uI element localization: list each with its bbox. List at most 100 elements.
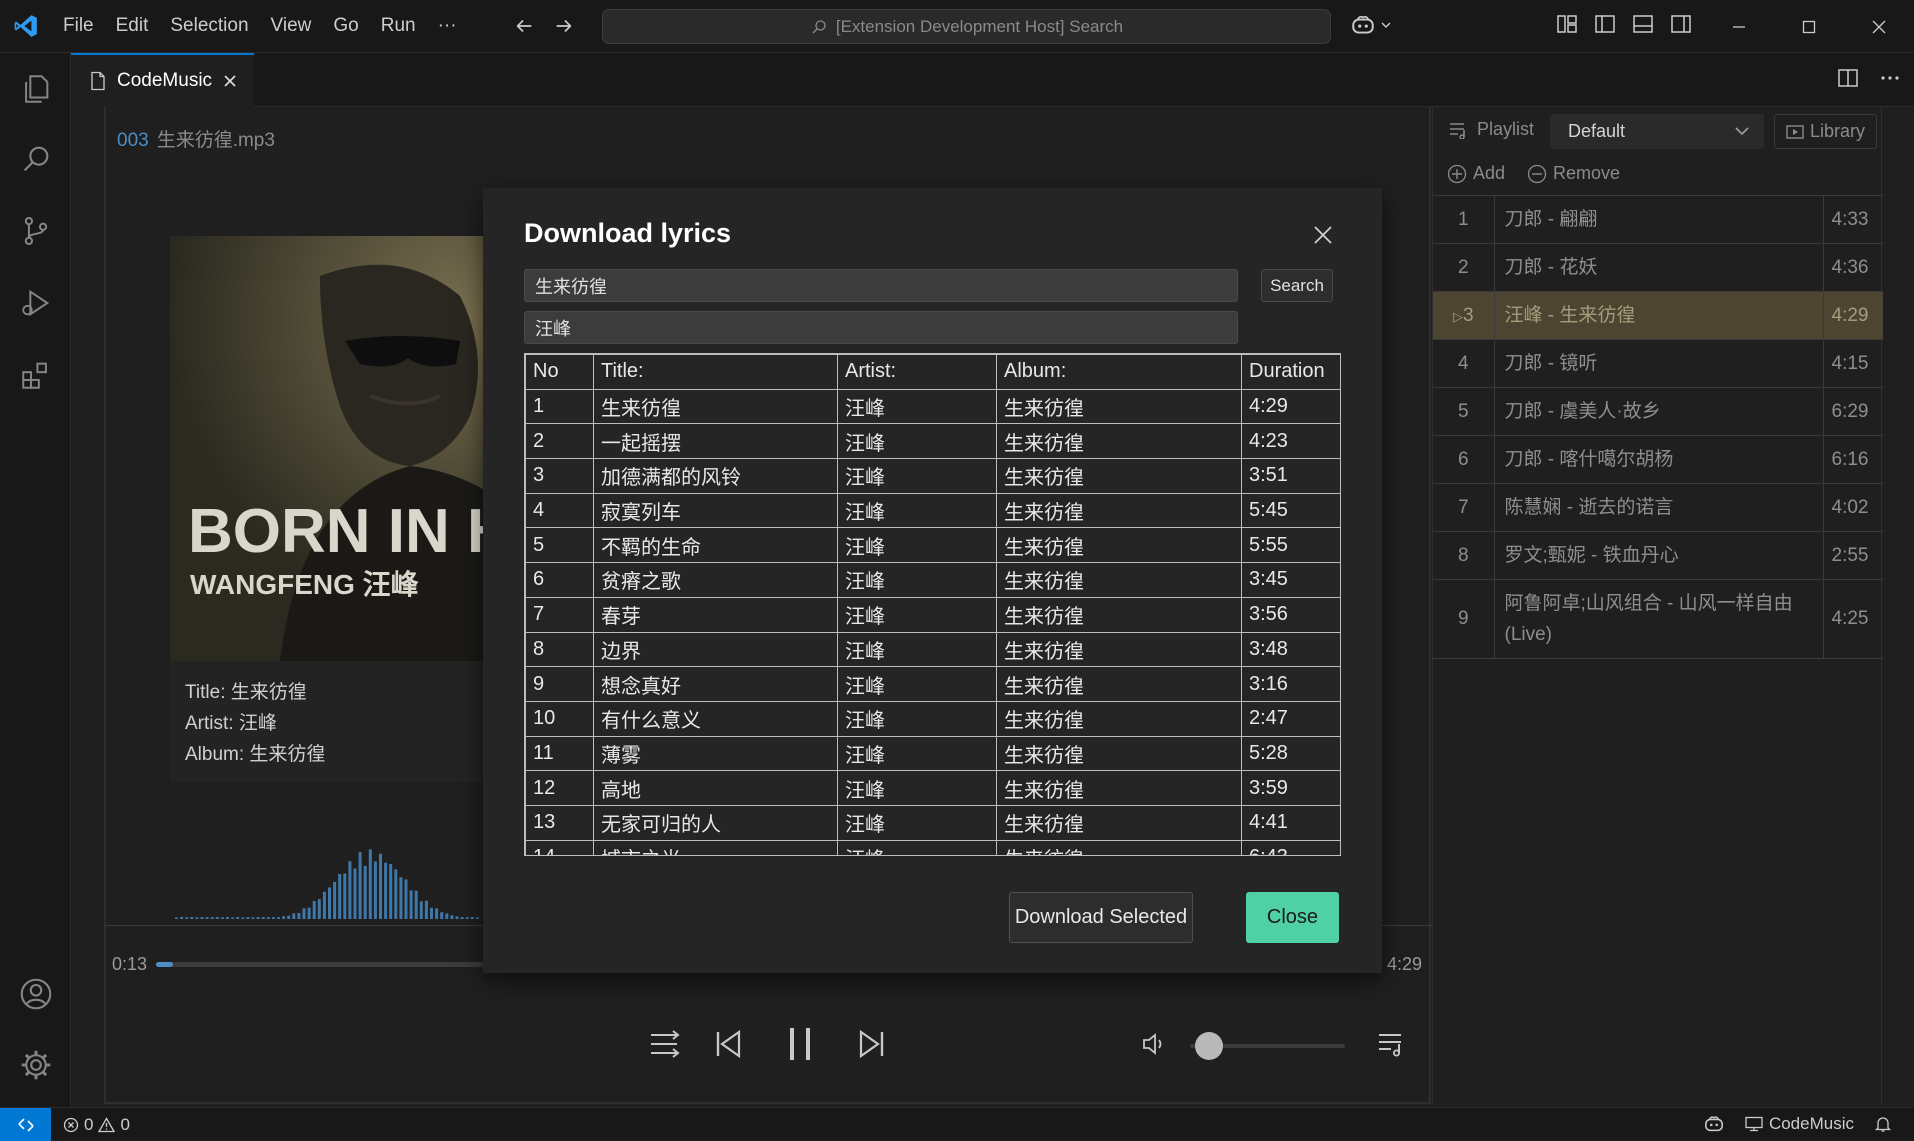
copilot-icon	[1350, 12, 1376, 38]
menu-view[interactable]: View	[260, 8, 323, 44]
playlist-row[interactable]: 1 刀郎 - 翩翩 4:33	[1433, 195, 1883, 244]
results-row[interactable]: 14城市之光汪峰生来彷徨6:43	[525, 839, 1340, 855]
results-row[interactable]: 10 有什么意义 汪峰 生来彷徨 2:47	[525, 700, 1340, 737]
playlist-row[interactable]: 8 罗文;甄妮 - 铁血丹心 2:55	[1433, 531, 1883, 580]
playlist-select[interactable]: Default	[1550, 114, 1764, 149]
result-title: 边界	[593, 631, 838, 668]
explorer-icon[interactable]	[14, 67, 58, 111]
search-button[interactable]: Search	[1261, 269, 1333, 302]
playlist-row[interactable]: 5 刀郎 - 虞美人·故乡 6:29	[1433, 387, 1883, 436]
pause-icon[interactable]	[778, 1022, 822, 1066]
playlist-icon[interactable]	[1370, 1022, 1414, 1066]
menu-selection[interactable]: Selection	[159, 8, 259, 44]
maximize-icon[interactable]	[1774, 0, 1844, 53]
remove-icon	[1527, 164, 1547, 184]
remove-button[interactable]: Remove	[1527, 163, 1620, 184]
result-artist: 汪峰	[837, 631, 997, 668]
account-icon[interactable]	[14, 972, 58, 1016]
search-icon[interactable]	[14, 137, 58, 181]
result-no: 11	[525, 735, 594, 772]
arrow-left-icon[interactable]	[508, 10, 540, 42]
arrow-right-icon[interactable]	[548, 10, 580, 42]
split-editor-icon[interactable]	[1836, 66, 1860, 90]
results-row[interactable]: 8 边界 汪峰 生来彷徨 3:48	[525, 631, 1340, 668]
tab-close-icon[interactable]	[222, 73, 238, 89]
shuffle-icon[interactable]	[643, 1022, 687, 1066]
result-artist: 汪峰	[837, 492, 997, 529]
result-no: 10	[525, 700, 594, 737]
result-album: 生来彷徨	[996, 596, 1242, 633]
visualizer-bar	[226, 917, 229, 919]
copilot-button[interactable]	[1350, 12, 1392, 38]
track-title: Title: 生来彷徨	[185, 682, 307, 703]
results-row[interactable]: 7 春芽 汪峰 生来彷徨 3:56	[525, 596, 1340, 633]
playlist-row[interactable]: 6 刀郎 - 喀什噶尔胡杨 6:16	[1433, 435, 1883, 484]
volume-handle[interactable]	[1194, 1032, 1223, 1060]
results-row[interactable]: 11 薄雾 汪峰 生来彷徨 5:28	[525, 735, 1340, 772]
gear-icon[interactable]	[14, 1043, 58, 1087]
results-row[interactable]: 5 不羁的生命 汪峰 生来彷徨 5:55	[525, 527, 1340, 564]
results-row[interactable]: 6 贫瘠之歌 汪峰 生来彷徨 3:45	[525, 562, 1340, 598]
playlist-row[interactable]: 4 刀郎 - 镜听 4:15	[1433, 339, 1883, 388]
toggle-panel-icon[interactable]	[1631, 12, 1655, 36]
lyrics-artist-input[interactable]	[524, 311, 1238, 344]
results-row[interactable]: 2 一起摇摆 汪峰 生来彷徨 4:23	[525, 423, 1340, 460]
menu-file[interactable]: File	[52, 8, 105, 44]
results-row[interactable]: 3 加德满都的风铃 汪峰 生来彷徨 3:51	[525, 458, 1340, 494]
playlist-row-duration: 4:33	[1823, 195, 1883, 244]
close-icon[interactable]	[1306, 218, 1340, 252]
close-button[interactable]: Close	[1246, 892, 1339, 943]
play-indicator-icon: ▷	[1452, 308, 1463, 324]
progress-fill	[156, 962, 173, 967]
toggle-primary-sidebar-icon[interactable]	[1593, 12, 1617, 36]
visualizer-bar	[353, 868, 357, 919]
next-icon[interactable]	[850, 1022, 894, 1066]
visualizer-bar	[231, 917, 235, 919]
menu-more[interactable]: ···	[427, 8, 468, 44]
visualizer-bar	[358, 852, 362, 919]
results-table-container[interactable]: No Title: Artist: Album: Duration 1 生来彷徨汪…	[524, 353, 1341, 856]
results-row[interactable]: 4 寂寞列车 汪峰 生来彷徨 5:45	[525, 492, 1340, 529]
playlist-row[interactable]: 9 阿鲁阿卓;山风组合 - 山风一样自由 (Live) 4:25	[1433, 579, 1883, 659]
results-row[interactable]: 12 高地 汪峰 生来彷徨 3:59	[525, 770, 1340, 806]
customize-layout-icon[interactable]	[1555, 12, 1579, 36]
result-album: 生来彷徨	[996, 700, 1242, 737]
visualizer-bar	[292, 913, 296, 919]
download-lyrics-dialog: Download lyrics Search No Title: Artist:…	[483, 188, 1382, 973]
close-icon[interactable]	[1844, 0, 1914, 53]
bell-icon[interactable]	[1874, 1115, 1892, 1133]
results-row[interactable]: 13 无家可归的人 汪峰 生来彷徨 4:41	[525, 804, 1340, 841]
progress-bar[interactable]	[156, 962, 486, 967]
playlist-row[interactable]: 2 刀郎 - 花妖 4:36	[1433, 243, 1883, 292]
problems-indicator[interactable]: 0 0	[63, 1115, 130, 1135]
library-button[interactable]: Library	[1774, 114, 1877, 149]
toggle-secondary-sidebar-icon[interactable]	[1669, 12, 1693, 36]
minimize-icon[interactable]	[1704, 0, 1774, 53]
add-button[interactable]: Add	[1447, 163, 1505, 184]
visualizer-bar	[450, 915, 454, 919]
command-center-search[interactable]: [Extension Development Host] Search	[602, 9, 1331, 44]
visualizer-bar	[271, 917, 275, 919]
menu-run[interactable]: Run	[370, 8, 427, 44]
result-artist: 汪峰	[837, 562, 997, 598]
more-icon[interactable]	[1878, 66, 1902, 90]
menu-edit[interactable]: Edit	[105, 8, 160, 44]
copilot-status-icon[interactable]	[1703, 1114, 1725, 1134]
results-row[interactable]: 1 生来彷徨 汪峰 生来彷徨 4:29	[525, 388, 1340, 425]
playlist-row-active[interactable]: ▷3 汪峰 - 生来彷徨 4:29	[1433, 291, 1883, 340]
run-debug-icon[interactable]	[14, 281, 58, 325]
extensions-icon[interactable]	[14, 353, 58, 397]
lyrics-title-input[interactable]	[524, 269, 1238, 302]
previous-icon[interactable]	[706, 1022, 750, 1066]
tab-codemusic[interactable]: CodeMusic	[71, 53, 254, 107]
volume-icon[interactable]	[1132, 1022, 1176, 1066]
download-selected-button[interactable]: Download Selected	[1009, 892, 1193, 943]
playlist-row[interactable]: 7 陈慧娴 - 逝去的诺言 4:02	[1433, 483, 1883, 532]
codemusic-status-item[interactable]: CodeMusic	[1745, 1114, 1854, 1134]
file-icon	[89, 71, 107, 91]
playlist-row-duration: 6:29	[1823, 387, 1883, 436]
results-row[interactable]: 9 想念真好 汪峰 生来彷徨 3:16	[525, 666, 1340, 702]
menu-go[interactable]: Go	[322, 8, 369, 44]
remote-icon[interactable]	[0, 1108, 51, 1141]
source-control-icon[interactable]	[14, 209, 58, 253]
